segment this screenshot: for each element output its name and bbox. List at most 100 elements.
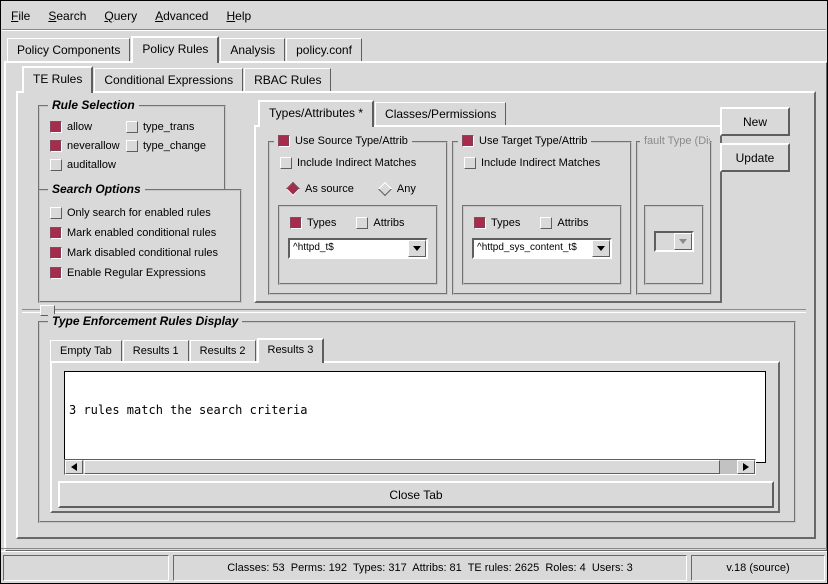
checkbox-label: neverallow (67, 140, 120, 152)
combobox-value: ^httpd_sys_content_t$ (474, 240, 592, 257)
search-options-title: Search Options (48, 182, 145, 196)
te-rules-panel: Rule Selection allow type_trans neverall… (16, 91, 816, 539)
radio-label: Any (397, 183, 416, 195)
checkbox-enable-regex[interactable]: Enable Regular Expressions (50, 267, 234, 279)
radio-as-source[interactable]: As source (286, 183, 354, 195)
app-window: File Search Query Advanced Help Policy C… (0, 0, 828, 584)
search-options-frame: Search Options Only search for enabled r… (38, 189, 242, 303)
menu-advanced[interactable]: Advanced (146, 5, 217, 27)
checkbox-use-target[interactable]: Use Target Type/Attrib (458, 134, 591, 148)
radio-types-source[interactable]: Types (290, 217, 336, 229)
checkbox-indicator (50, 227, 62, 239)
tab-types-attributes[interactable]: Types/Attributes * (258, 100, 374, 127)
scrollbar-thumb[interactable] (84, 460, 720, 474)
pane-sash (22, 309, 806, 313)
checkbox-use-source[interactable]: Use Source Type/Attrib (274, 134, 412, 148)
radio-any[interactable]: Any (378, 183, 416, 195)
results-header-line: 3 rules match the search criteria (69, 403, 761, 417)
tab-analysis[interactable]: Analysis (220, 38, 285, 61)
default-type-combobox (654, 231, 694, 252)
tab-conditional-expressions[interactable]: Conditional Expressions (94, 68, 243, 91)
checkbox-type-trans[interactable]: type_trans (126, 121, 218, 133)
horizontal-scrollbar[interactable] (64, 459, 756, 475)
ta-tabrow: Types/Attributes * Classes/Permissions (258, 101, 507, 127)
tab-policy-components[interactable]: Policy Components (7, 38, 130, 61)
checkbox-label: Include Indirect Matches (297, 157, 416, 169)
menu-query[interactable]: Query (95, 5, 146, 27)
radio-indicator (290, 217, 302, 229)
tab-policy-rules[interactable]: Policy Rules (131, 36, 219, 63)
checkbox-neverallow[interactable]: neverallow (50, 140, 126, 152)
checkbox-include-indirect-source[interactable]: Include Indirect Matches (280, 157, 416, 169)
radio-indicator (286, 182, 300, 196)
checkbox-type-change[interactable]: type_change (126, 140, 218, 152)
tab-rbac-rules[interactable]: RBAC Rules (244, 68, 331, 91)
radio-indicator (474, 217, 486, 229)
checkbox-mark-enabled-conditional[interactable]: Mark enabled conditional rules (50, 227, 234, 239)
checkbox-indicator (464, 157, 476, 169)
results-tab-panel: 3 rules match the search criteria (5822)… (50, 361, 780, 513)
dropdown-arrow-icon[interactable] (408, 240, 426, 257)
scroll-right-button[interactable] (737, 460, 755, 474)
radio-attribs-source[interactable]: Attribs (356, 217, 404, 229)
types-attributes-panel: Use Source Type/Attrib Include Indirect … (254, 125, 722, 303)
search-options-list: Only search for enabled rules Mark enabl… (40, 191, 240, 285)
checkbox-only-enabled-rules[interactable]: Only search for enabled rules (50, 207, 234, 219)
new-button[interactable]: New (720, 107, 790, 136)
radio-indicator (378, 182, 392, 196)
scroll-right-arrow-icon (743, 463, 749, 471)
checkbox-include-indirect-target[interactable]: Include Indirect Matches (464, 157, 600, 169)
results-tabrow: Empty Tab Results 1 Results 2 Results 3 (50, 337, 325, 363)
source-role-radios: As source Any (286, 183, 416, 195)
target-types-radios: Types Attribs (474, 217, 620, 229)
source-type-combobox[interactable]: ^httpd_t$ (288, 238, 428, 259)
radio-types-target[interactable]: Types (474, 217, 520, 229)
dropdown-arrow-icon[interactable] (592, 240, 610, 257)
checkbox-allow[interactable]: allow (50, 121, 126, 133)
checkbox-mark-disabled-conditional[interactable]: Mark disabled conditional rules (50, 247, 234, 259)
combobox-value: ^httpd_t$ (290, 240, 408, 257)
radio-attribs-target[interactable]: Attribs (540, 217, 588, 229)
target-type-frame: Use Target Type/Attrib Include Indirect … (452, 141, 632, 295)
checkbox-label: Enable Regular Expressions (67, 267, 206, 279)
close-tab-button[interactable]: Close Tab (58, 481, 774, 508)
update-button[interactable]: Update (720, 143, 790, 172)
tab-results-2[interactable]: Results 2 (190, 340, 256, 361)
checkbox-label: Use Source Type/Attrib (295, 134, 408, 148)
checkbox-label: auditallow (67, 159, 116, 171)
results-text-area[interactable]: 3 rules match the search criteria (5822)… (64, 371, 766, 463)
menu-file[interactable]: File (2, 5, 39, 27)
rule-selection-frame: Rule Selection allow type_trans neverall… (38, 105, 226, 191)
scrollbar-track[interactable] (83, 460, 737, 474)
menu-help-label: H (226, 9, 235, 23)
tab-results-3[interactable]: Results 3 (257, 338, 325, 363)
tab-classes-permissions[interactable]: Classes/Permissions (375, 102, 506, 125)
checkbox-indicator (50, 207, 62, 219)
checkbox-label: type_change (143, 140, 206, 152)
menu-query-label: Q (104, 9, 113, 23)
main-tabrow: Policy Components Policy Rules Analysis … (7, 37, 363, 63)
rule-selection-title: Rule Selection (48, 98, 139, 112)
tab-empty-tab[interactable]: Empty Tab (50, 340, 122, 361)
checkbox-indicator (50, 140, 62, 152)
menu-search[interactable]: Search (39, 5, 95, 27)
tab-results-1[interactable]: Results 1 (123, 340, 189, 361)
menu-bar: File Search Query Advanced Help (2, 3, 826, 30)
target-type-combobox[interactable]: ^httpd_sys_content_t$ (472, 238, 612, 259)
scroll-left-button[interactable] (65, 460, 83, 474)
checkbox-label: allow (67, 121, 92, 133)
source-types-radios: Types Attribs (290, 217, 436, 229)
radio-label: Attribs (373, 217, 404, 229)
combobox-value (656, 233, 674, 250)
checkbox-label: Mark enabled conditional rules (67, 227, 216, 239)
radio-label: As source (305, 183, 354, 195)
results-frame: Type Enforcement Rules Display Empty Tab… (38, 321, 796, 523)
status-version: v.18 (source) (691, 555, 825, 581)
menu-help[interactable]: Help (217, 5, 260, 27)
checkbox-indicator (50, 247, 62, 259)
checkbox-indicator (50, 159, 62, 171)
tab-te-rules[interactable]: TE Rules (22, 66, 93, 93)
results-title: Type Enforcement Rules Display (48, 314, 242, 328)
checkbox-auditallow[interactable]: auditallow (50, 159, 126, 171)
tab-policy-conf[interactable]: policy.conf (286, 38, 362, 61)
